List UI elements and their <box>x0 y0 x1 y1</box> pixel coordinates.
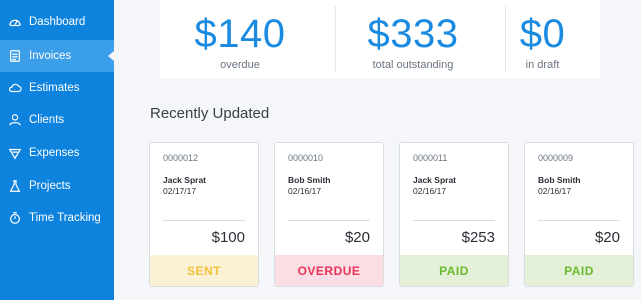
overdue-stat[interactable]: $140 overdue <box>160 10 320 72</box>
invoice-amount: $20 <box>344 229 370 246</box>
estimate-cloud-icon <box>7 80 23 96</box>
sidebar-item-label: Invoices <box>29 50 72 62</box>
status-badge: SENT <box>150 255 258 286</box>
overdue-label: overdue <box>220 59 260 71</box>
invoice-number: 0000012 <box>163 153 199 163</box>
invoice-amount: $253 <box>461 229 495 246</box>
invoice-date: 02/16/17 <box>288 186 322 196</box>
invoice-number: 0000011 <box>413 153 448 163</box>
status-badge: OVERDUE <box>275 255 383 286</box>
section-title: Recently Updated <box>150 105 270 122</box>
outstanding-stat[interactable]: $333 total outstanding <box>338 10 488 72</box>
sidebar: Dashboard Invoices Estimates Clients Exp… <box>0 0 114 300</box>
stopwatch-icon <box>7 210 23 226</box>
invoice-number: 0000009 <box>538 153 574 163</box>
draft-stat[interactable]: $0 in draft <box>505 10 580 72</box>
invoice-icon <box>7 48 23 64</box>
invoice-card[interactable]: 0000012 Jack Sprat 02/17/17 $100 SENT <box>149 142 259 287</box>
status-badge: PAID <box>400 255 508 286</box>
dashboard-gauge-icon <box>7 14 23 30</box>
sidebar-item-label: Clients <box>29 114 65 126</box>
divider <box>163 220 245 221</box>
client-name: Jack Sprat <box>163 175 206 185</box>
sidebar-item-dashboard[interactable]: Dashboard <box>0 6 114 38</box>
summary-panel: $140 overdue $333 total outstanding $0 i… <box>160 0 600 78</box>
client-name: Bob Smith <box>288 175 331 185</box>
sidebar-item-expenses[interactable]: Expenses <box>0 137 114 169</box>
sidebar-item-label: Projects <box>29 180 71 192</box>
sidebar-item-label: Expenses <box>29 147 80 159</box>
active-indicator <box>108 51 114 61</box>
draft-amount: $0 <box>519 12 566 56</box>
sidebar-item-invoices[interactable]: Invoices <box>0 40 114 72</box>
invoice-card[interactable]: 0000010 Bob Smith 02/16/17 $20 OVERDUE <box>274 142 384 287</box>
sidebar-item-label: Estimates <box>29 82 80 94</box>
invoice-number: 0000010 <box>288 153 324 163</box>
sidebar-item-projects[interactable]: Projects <box>0 170 114 202</box>
sidebar-item-estimates[interactable]: Estimates <box>0 72 114 104</box>
outstanding-label: total outstanding <box>372 59 454 71</box>
invoice-amount: $20 <box>594 229 620 246</box>
divider <box>288 220 370 221</box>
divider <box>413 220 495 221</box>
client-name: Bob Smith <box>538 175 581 185</box>
invoice-card[interactable]: 0000009 Bob Smith 02/16/17 $20 PAID <box>524 142 634 287</box>
expenses-icon <box>7 145 23 161</box>
projects-flask-icon <box>7 178 23 194</box>
outstanding-amount: $333 <box>367 12 459 56</box>
sidebar-item-label: Time Tracking <box>29 212 101 224</box>
sidebar-item-label: Dashboard <box>29 16 86 28</box>
invoice-amount: $100 <box>211 229 245 246</box>
invoice-date: 02/16/17 <box>538 186 572 196</box>
client-name: Jack Sprat <box>413 175 456 185</box>
overdue-amount: $140 <box>194 12 286 56</box>
invoice-date: 02/17/17 <box>163 186 197 196</box>
stat-divider <box>335 6 336 72</box>
invoice-card[interactable]: 0000011 Jack Sprat 02/16/17 $253 PAID <box>399 142 509 287</box>
status-badge: PAID <box>525 255 633 286</box>
clients-icon <box>7 112 23 128</box>
invoice-date: 02/16/17 <box>413 186 447 196</box>
sidebar-item-clients[interactable]: Clients <box>0 104 114 136</box>
divider <box>538 220 620 221</box>
sidebar-item-time-tracking[interactable]: Time Tracking <box>0 202 114 234</box>
draft-label: in draft <box>525 59 560 71</box>
